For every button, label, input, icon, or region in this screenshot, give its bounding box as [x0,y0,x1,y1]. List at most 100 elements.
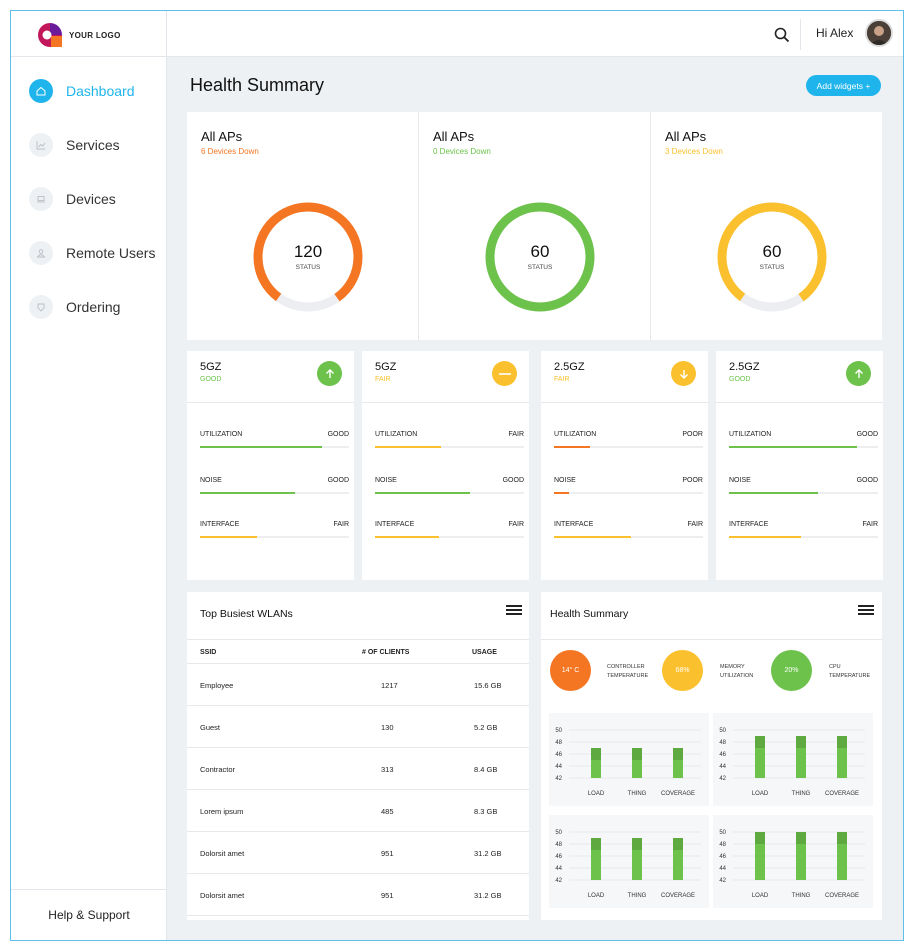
metric-bar [554,492,569,494]
metric-name: UTILIZATION [554,431,597,438]
user-icon [29,241,53,265]
ap-title: All APs [201,129,243,144]
health-summary-panel: Health Summary 14° C CONTROLLER TEMPERAT… [541,592,882,920]
metric-name: INTERFACE [554,521,594,528]
bar-cap [632,838,642,850]
app-window: Hi Alex YOUR LOGO Dashboard Services Dev… [10,10,904,941]
y-tick-label: 44 [719,866,726,872]
x-tick-label: THING [792,791,811,797]
metric-bar [554,536,632,538]
sidebar-item-label: Remote Users [66,245,156,261]
y-tick-label: 50 [555,728,562,734]
x-tick-label: COVERAGE [661,791,695,797]
metric-bar [375,446,441,448]
hamburger-menu-icon[interactable] [506,605,522,615]
y-tick-label: 42 [719,776,726,782]
gauge-value: 14° C [561,667,580,674]
band-card[interactable]: 2.5GZ GOOD UTILIZATION GOOD NOISE GOOD I… [716,351,883,580]
bar-cap [796,832,806,844]
table-row[interactable]: Dolorsit amet 951 31.2 GB [187,832,529,874]
sidebar-item-ordering[interactable]: Ordering [29,295,120,319]
tag-icon [29,295,53,319]
cell-clients: 951 [381,891,394,900]
ap-title: All APs [433,129,475,144]
table-row[interactable]: Employee 1217 15.6 GB [187,664,529,706]
wlan-panel: Top Busiest WLANs SSID # OF CLIENTS USAG… [187,592,529,920]
gauge-label: CPU TEMPERATURE [829,664,871,679]
band-card[interactable]: 5GZ GOOD UTILIZATION GOOD NOISE GOOD INT… [187,351,354,580]
y-tick-label: 46 [719,752,726,758]
cell-ssid: Lorem ipsum [200,807,244,816]
y-tick-label: 46 [555,854,562,860]
metric-track [554,492,703,494]
metric-value: FAIR [862,521,878,528]
avatar[interactable] [865,19,893,47]
metric-name: NOISE [729,477,751,484]
metric-name: UTILIZATION [729,431,772,438]
bar-cap [796,736,806,748]
hamburger-menu-icon[interactable] [858,605,874,615]
bar-chart-svg: 50 48 46 44 42 LOAD THING COVERAGE [719,728,865,797]
sidebar-item-label: Ordering [66,299,121,315]
band-status: GOOD [200,376,222,383]
sidebar-item-services[interactable]: Services [29,133,120,157]
metric-bar [554,446,590,448]
y-tick-label: 46 [555,752,562,758]
band-header: 2.5GZ GOOD [716,351,883,403]
bar-cap [755,736,765,748]
mini-bar-chart: 50 48 46 44 42 LOAD THING COVERAGE [549,815,709,908]
column-header-clients: # OF CLIENTS [362,649,410,656]
y-tick-label: 50 [555,830,562,836]
logo[interactable]: YOUR LOGO [37,22,121,48]
y-tick-label: 44 [719,764,726,770]
cell-clients: 130 [381,723,394,732]
metric-track [554,446,703,448]
bar-cap [673,748,683,760]
sidebar-item-label: Services [66,137,120,153]
metric-bar [375,536,440,538]
metric-bar [375,492,471,494]
bar-cap [591,838,601,850]
help-support-link[interactable]: Help & Support [11,889,167,940]
y-tick-label: 44 [555,764,562,770]
sidebar: YOUR LOGO Dashboard Services Devices Rem… [11,11,167,940]
metric-track [200,492,349,494]
bar-cap [632,748,642,760]
sidebar-item-devices[interactable]: Devices [29,187,116,211]
ap-card[interactable]: All APs 0 Devices Down 60 STATUS [419,112,651,340]
table-row[interactable]: Contractor 313 8.4 GB [187,748,529,790]
sidebar-item-dashboard[interactable]: Dashboard [29,79,135,103]
table-row[interactable]: Guest 130 5.2 GB [187,706,529,748]
add-widgets-button[interactable]: Add widgets + [806,75,881,96]
cell-clients: 485 [381,807,394,816]
arrow-up-icon [846,361,871,386]
metric-name: NOISE [375,477,397,484]
band-card[interactable]: 5GZ FAIR UTILIZATION FAIR NOISE GOOD INT… [362,351,529,580]
cell-ssid: Dolorsit amet [200,891,245,900]
band-status: GOOD [729,376,751,383]
band-title: 2.5GZ [554,361,585,373]
metric-value: FAIR [687,521,703,528]
metric-value: GOOD [856,431,878,438]
metric-name: NOISE [200,477,222,484]
band-card[interactable]: 2.5GZ FAIR UTILIZATION POOR NOISE POOR I… [541,351,708,580]
metric-bar [200,446,323,448]
table-row[interactable]: Lorem ipsum 485 8.3 GB [187,790,529,832]
ap-card[interactable]: All APs 3 Devices Down 60 STATUS [651,112,882,340]
sidebar-item-label: Devices [66,191,116,207]
cell-usage: 31.2 GB [474,891,502,900]
ap-subtitle: 3 Devices Down [665,147,723,156]
x-tick-label: LOAD [752,893,769,899]
arrow-up-icon [317,361,342,386]
sidebar-item-remote-users[interactable]: Remote Users [29,241,155,265]
ap-card[interactable]: All APs 6 Devices Down 120 STATUS [187,112,419,340]
cell-clients: 951 [381,849,394,858]
table-row[interactable]: Dolorsit amet 951 31.2 GB [187,874,529,916]
logo-text: YOUR LOGO [69,30,121,40]
x-tick-label: THING [792,893,811,899]
band-status: FAIR [375,376,391,383]
user-greeting: Hi Alex [816,26,854,40]
bar-cap [673,838,683,850]
search-icon[interactable] [774,27,790,43]
metric-value: FAIR [333,521,349,528]
